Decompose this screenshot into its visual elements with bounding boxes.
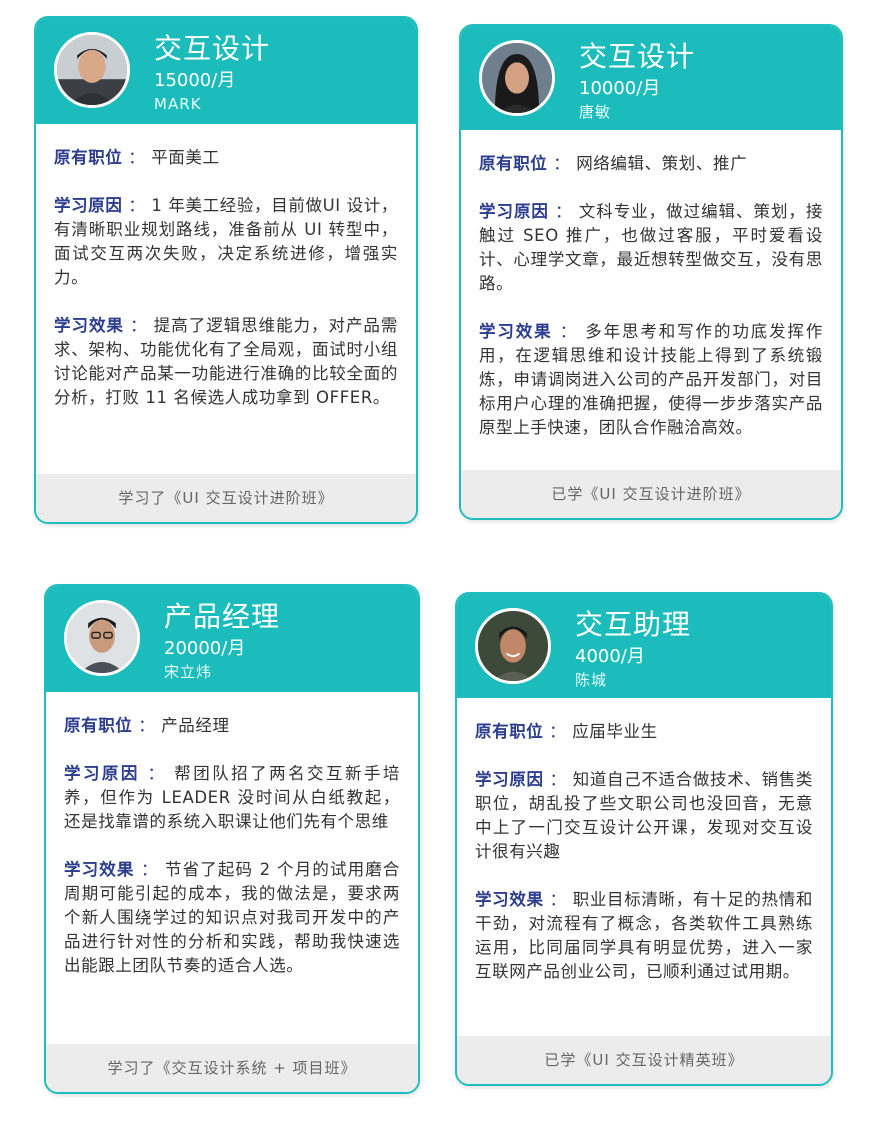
effect-label: 学习效果 xyxy=(64,860,135,879)
effect-label: 学习效果 xyxy=(479,322,553,341)
student-name: MARK xyxy=(154,95,202,113)
learning-reason: 学习原因 ： 文科专业，做过编辑、策划，接触过 SEO 推广，也做过客服，平时爱… xyxy=(479,202,824,293)
original-position: 原有职位 ： 应届毕业生 xyxy=(475,722,658,741)
position-value: 平面美工 xyxy=(151,148,220,167)
avatar xyxy=(64,600,140,676)
avatar-photo-man-glasses xyxy=(67,603,137,673)
learning-effect: 学习效果 ： 多年思考和写作的功底发挥作用，在逻辑思维和设计技能上得到了系统锻炼… xyxy=(479,322,823,437)
testimonial-card-2: 交互设计 10000/月 唐敏 原有职位 ： 网络编辑、策划、推广 学习原因 ：… xyxy=(459,24,843,520)
avatar-photo-man-smiling xyxy=(478,611,548,681)
student-name: 宋立炜 xyxy=(164,663,213,681)
card-body: 原有职位 ： 网络编辑、策划、推广 学习原因 ： 文科专业，做过编辑、策划，接触… xyxy=(461,130,841,440)
salary: 15000/月 xyxy=(154,70,236,91)
testimonial-card-3: 产品经理 20000/月 宋立炜 原有职位 ： 产品经理 学习原因 ： 帮团队招… xyxy=(44,584,420,1094)
learning-reason: 学习原因 ： 1 年美工经验，目前做UI 设计，有清晰职业规划路线，准备前从 U… xyxy=(54,196,398,287)
course-footer: 已学《UI 交互设计进阶班》 xyxy=(461,470,841,518)
course-footer: 学习了《交互设计系统 + 项目班》 xyxy=(46,1044,418,1092)
avatar-photo-woman xyxy=(482,43,552,113)
card-header: 交互设计 15000/月 MARK xyxy=(36,18,416,124)
testimonial-card-4: 交互助理 4000/月 陈城 原有职位 ： 应届毕业生 学习原因 ： 知道自己不… xyxy=(455,592,833,1086)
learning-effect: 学习效果 ： 提高了逻辑思维能力，对产品需求、架构、功能优化有了全局观，面试时小… xyxy=(54,316,399,407)
effect-label: 学习效果 xyxy=(54,316,124,335)
position-value: 网络编辑、策划、推广 xyxy=(576,154,748,173)
course-footer: 学习了《UI 交互设计进阶班》 xyxy=(36,474,416,522)
position-label: 原有职位 xyxy=(475,722,544,741)
position-label: 原有职位 xyxy=(479,154,548,173)
course-footer: 已学《UI 交互设计精英班》 xyxy=(457,1036,831,1084)
card-body: 原有职位 ： 平面美工 学习原因 ： 1 年美工经验，目前做UI 设计，有清晰职… xyxy=(36,124,416,410)
job-title: 产品经理 xyxy=(164,600,281,633)
reason-label: 学习原因 xyxy=(54,196,123,215)
avatar xyxy=(475,608,551,684)
reason-label: 学习原因 xyxy=(475,770,544,789)
card-header: 产品经理 20000/月 宋立炜 xyxy=(46,586,418,692)
testimonial-card-1: 交互设计 15000/月 MARK 原有职位 ： 平面美工 学习原因 ： 1 年… xyxy=(34,16,418,524)
learning-effect: 学习效果 ： 职业目标清晰，有十足的热情和干劲，对流程有了概念，各类软件工具熟练… xyxy=(475,890,813,981)
job-title: 交互助理 xyxy=(575,608,692,641)
avatar xyxy=(54,32,130,108)
original-position: 原有职位 ： 产品经理 xyxy=(64,716,230,735)
salary: 20000/月 xyxy=(164,638,246,659)
job-title: 交互设计 xyxy=(579,40,696,73)
position-label: 原有职位 xyxy=(64,716,133,735)
position-value: 产品经理 xyxy=(161,716,230,735)
card-body: 原有职位 ： 产品经理 学习原因 ： 帮团队招了两名交互新手培养，但作为 LEA… xyxy=(46,692,418,978)
learning-reason: 学习原因 ： 帮团队招了两名交互新手培养，但作为 LEADER 没时间从白纸教起… xyxy=(64,764,400,831)
avatar-photo-young-man xyxy=(57,35,127,105)
effect-label: 学习效果 xyxy=(475,890,544,909)
reason-label: 学习原因 xyxy=(64,764,140,783)
reason-label: 学习原因 xyxy=(479,202,549,221)
student-name: 陈城 xyxy=(575,671,608,689)
original-position: 原有职位 ： 网络编辑、策划、推广 xyxy=(479,154,748,173)
card-header: 交互设计 10000/月 唐敏 xyxy=(461,26,841,130)
learning-reason: 学习原因 ： 知道自己不适合做技术、销售类职位，胡乱投了些文职公司也没回音，无意… xyxy=(475,770,813,861)
job-title: 交互设计 xyxy=(154,32,271,65)
student-name: 唐敏 xyxy=(579,103,612,121)
card-body: 原有职位 ： 应届毕业生 学习原因 ： 知道自己不适合做技术、销售类职位，胡乱投… xyxy=(457,698,831,984)
avatar xyxy=(479,40,555,116)
card-header: 交互助理 4000/月 陈城 xyxy=(457,594,831,698)
position-value: 应届毕业生 xyxy=(572,722,658,741)
original-position: 原有职位 ： 平面美工 xyxy=(54,148,220,167)
learning-effect: 学习效果 ： 节省了起码 2 个月的试用磨合周期可能引起的成本，我的做法是，要求… xyxy=(64,860,400,975)
salary: 10000/月 xyxy=(579,78,661,99)
position-label: 原有职位 xyxy=(54,148,123,167)
salary: 4000/月 xyxy=(575,646,645,667)
